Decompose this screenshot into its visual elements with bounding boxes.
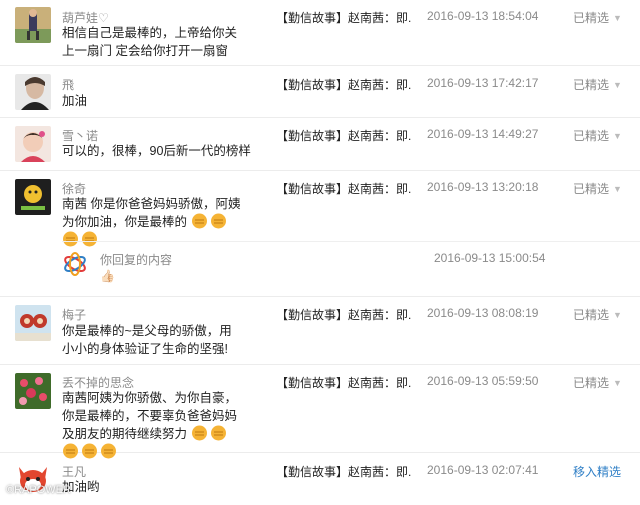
reply-divider (62, 241, 640, 242)
reply-content: 👍🏻 (100, 269, 115, 283)
commenter-name[interactable]: 飛 (62, 76, 74, 93)
chevron-down-icon[interactable]: ▼ (613, 378, 622, 388)
featured-status[interactable]: 已精选 ▼ (573, 374, 622, 391)
comment-row: 王凡 加油哟 【勤信故事】赵南茜：即... 2016-09-13 02:07:4… (0, 453, 640, 505)
comment-row: 徐奇 南茜 你是你爸爸妈妈骄傲，阿姨为你加油，你是最棒的 【勤信故事】赵南茜：即… (0, 171, 640, 297)
chevron-down-icon[interactable]: ▼ (613, 184, 622, 194)
featured-status[interactable]: 已精选 ▼ (573, 9, 622, 26)
child-avatar[interactable] (15, 126, 51, 162)
comment-time: 2016-09-13 13:20:18 (427, 180, 539, 194)
heart-badge-icon: ♡ (98, 11, 109, 25)
comment-text: 加油 (62, 94, 88, 108)
official-account-logo-icon (62, 251, 88, 282)
comment-time: 2016-09-13 08:08:19 (427, 306, 539, 320)
reply-time: 2016-09-13 15:00:54 (434, 251, 546, 265)
comment-time: 2016-09-13 18:54:04 (427, 9, 539, 23)
comment-text: 可以的，很棒，90后新一代的榜样 (62, 144, 251, 158)
reply-label: 你回复的内容 (100, 253, 173, 267)
chevron-down-icon[interactable]: ▼ (613, 131, 622, 141)
chevron-down-icon[interactable]: ▼ (613, 13, 622, 23)
fist-emoji (210, 425, 226, 441)
featured-status[interactable]: 已精选 ▼ (573, 127, 622, 144)
comment-text: 相信自己是最棒的，上帝给你关上一扇门 定会给你打开一扇窗 (62, 26, 238, 58)
comment-text: 你是最棒的~是父母的骄傲，用小小的身体验证了生命的坚强! (62, 324, 232, 356)
comment-row: 飛 加油 【勤信故事】赵南茜：即... 2016-09-13 17:42:17 … (0, 66, 640, 118)
article-title-link[interactable]: 【勤信故事】赵南茜：即... (276, 9, 411, 26)
comment-row: 丢不掉的思念 南茜阿姨为你骄傲、为你自豪，你是最棒的，不要辜负爸爸妈妈及朋友的期… (0, 365, 640, 459)
author-reply: 你回复的内容 👍🏻 2016-09-13 15:00:54 (62, 249, 640, 289)
article-title-link[interactable]: 【勤信故事】赵南茜：即... (276, 180, 411, 197)
watermark: ©RAPOWER (6, 484, 71, 496)
featured-status-label: 已精选 (573, 182, 610, 196)
featured-status-label: 已精选 (573, 11, 610, 25)
flowers-avatar[interactable] (15, 373, 51, 409)
article-title-link[interactable]: 【勤信故事】赵南茜：即... (276, 463, 411, 480)
fist-emoji (63, 231, 78, 247)
featured-status-label: 已精选 (573, 78, 610, 92)
fist-emoji (82, 231, 97, 247)
chevron-down-icon[interactable]: ▼ (613, 80, 622, 90)
comment-text: 南茜阿姨为你骄傲、为你自豪，你是最棒的，不要辜负爸爸妈妈及朋友的期待继续努力 (62, 389, 247, 461)
commenter-name[interactable]: 梅子 (62, 306, 86, 323)
cartoon-avatar[interactable] (15, 179, 51, 215)
fist-emoji (191, 425, 207, 441)
featured-status-label: 已精选 (573, 308, 610, 322)
comment-time: 2016-09-13 05:59:50 (427, 374, 539, 388)
move-to-featured-button[interactable]: 移入精选 (573, 463, 621, 480)
comment-time: 2016-09-13 14:49:27 (427, 127, 539, 141)
featured-status[interactable]: 已精选 ▼ (573, 180, 622, 197)
sports-player-avatar[interactable] (15, 7, 51, 43)
featured-status[interactable]: 已精选 ▼ (573, 76, 622, 93)
man-portrait-avatar[interactable] (15, 74, 51, 110)
article-title-link[interactable]: 【勤信故事】赵南茜：即... (276, 374, 411, 391)
comment-row: 雪丶诺 可以的，很棒，90后新一代的榜样 【勤信故事】赵南茜：即... 2016… (0, 118, 640, 171)
toy-figures-avatar[interactable] (15, 305, 51, 341)
comment-list: 葫芦娃♡ 相信自己是最棒的，上帝给你关上一扇门 定会给你打开一扇窗 【勤信故事】… (0, 0, 640, 505)
comment-row: 梅子 你是最棒的~是父母的骄傲，用小小的身体验证了生命的坚强! 【勤信故事】赵南… (0, 297, 640, 365)
comment-time: 2016-09-13 02:07:41 (427, 463, 539, 477)
featured-status-label: 已精选 (573, 376, 610, 390)
featured-status[interactable]: 已精选 ▼ (573, 306, 622, 323)
chevron-down-icon[interactable]: ▼ (613, 310, 622, 320)
comment-time: 2016-09-13 17:42:17 (427, 76, 539, 90)
fist-emoji (191, 213, 207, 229)
article-title-link[interactable]: 【勤信故事】赵南茜：即... (276, 76, 411, 93)
featured-status-label: 已精选 (573, 129, 610, 143)
commenter-name-text: 葫芦娃 (62, 11, 99, 25)
comment-row: 葫芦娃♡ 相信自己是最棒的，上帝给你关上一扇门 定会给你打开一扇窗 【勤信故事】… (0, 0, 640, 66)
fist-emoji (210, 213, 226, 229)
article-title-link[interactable]: 【勤信故事】赵南茜：即... (276, 306, 411, 323)
comment-text: 加油哟 (62, 480, 100, 494)
article-title-link[interactable]: 【勤信故事】赵南茜：即... (276, 127, 411, 144)
